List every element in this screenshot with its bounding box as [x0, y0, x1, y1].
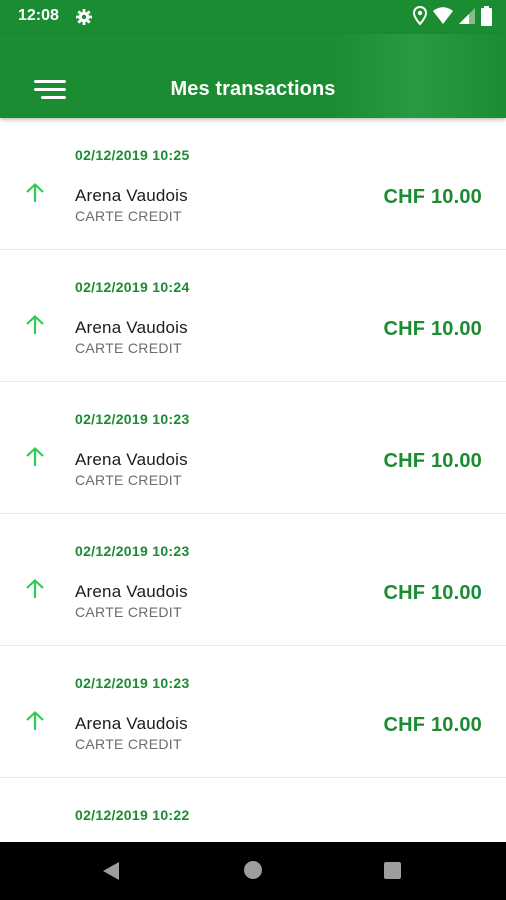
transaction-row[interactable]: 02/12/2019 10:23 Arena Vaudois CARTE CRE…: [0, 514, 506, 646]
transaction-method: CARTE CREDIT: [75, 604, 182, 620]
transaction-method: CARTE CREDIT: [75, 208, 182, 224]
transaction-date: 02/12/2019 10:24: [75, 279, 190, 295]
wifi-icon: [433, 7, 453, 25]
transaction-date: 02/12/2019 10:23: [75, 411, 190, 427]
transaction-row[interactable]: 02/12/2019 10:22: [0, 778, 506, 842]
status-time: 12:08: [18, 7, 59, 24]
status-bar: 12:08: [0, 0, 506, 34]
transaction-list[interactable]: 02/12/2019 10:25 Arena Vaudois CARTE CRE…: [0, 118, 506, 842]
arrow-up-icon: [24, 578, 46, 600]
arrow-up-icon: [24, 710, 46, 732]
status-icons: [413, 6, 492, 26]
transaction-date: 02/12/2019 10:22: [75, 807, 190, 823]
transaction-method: CARTE CREDIT: [75, 736, 182, 752]
transaction-method: CARTE CREDIT: [75, 340, 182, 356]
transaction-amount: CHF 10.00: [383, 714, 482, 736]
arrow-up-icon: [24, 446, 46, 468]
transaction-amount: CHF 10.00: [383, 186, 482, 208]
transaction-date: 02/12/2019 10:25: [75, 147, 190, 163]
signal-icon: [459, 7, 475, 25]
app-bar: Mes transactions: [0, 34, 506, 118]
transaction-date: 02/12/2019 10:23: [75, 675, 190, 691]
navigation-bar: [0, 842, 506, 900]
transaction-merchant: Arena Vaudois: [75, 450, 188, 469]
transaction-amount: CHF 10.00: [383, 450, 482, 472]
transaction-row[interactable]: 02/12/2019 10:24 Arena Vaudois CARTE CRE…: [0, 250, 506, 382]
transaction-merchant: Arena Vaudois: [75, 714, 188, 733]
back-icon[interactable]: [102, 861, 120, 886]
arrow-up-icon: [24, 182, 46, 204]
transaction-row[interactable]: 02/12/2019 10:23 Arena Vaudois CARTE CRE…: [0, 382, 506, 514]
page-title: Mes transactions: [170, 78, 336, 100]
home-icon[interactable]: [244, 861, 262, 879]
transaction-amount: CHF 10.00: [383, 582, 482, 604]
recents-icon[interactable]: [384, 862, 401, 879]
transaction-amount: CHF 10.00: [383, 318, 482, 340]
location-icon: [413, 6, 427, 26]
transaction-merchant: Arena Vaudois: [75, 186, 188, 205]
gear-icon: [74, 7, 94, 27]
arrow-up-icon: [24, 314, 46, 336]
transaction-row[interactable]: 02/12/2019 10:23 Arena Vaudois CARTE CRE…: [0, 646, 506, 778]
transaction-merchant: Arena Vaudois: [75, 582, 188, 601]
transaction-method: CARTE CREDIT: [75, 472, 182, 488]
transaction-row[interactable]: 02/12/2019 10:25 Arena Vaudois CARTE CRE…: [0, 118, 506, 250]
transaction-date: 02/12/2019 10:23: [75, 543, 190, 559]
battery-icon: [481, 6, 492, 26]
transaction-merchant: Arena Vaudois: [75, 318, 188, 337]
